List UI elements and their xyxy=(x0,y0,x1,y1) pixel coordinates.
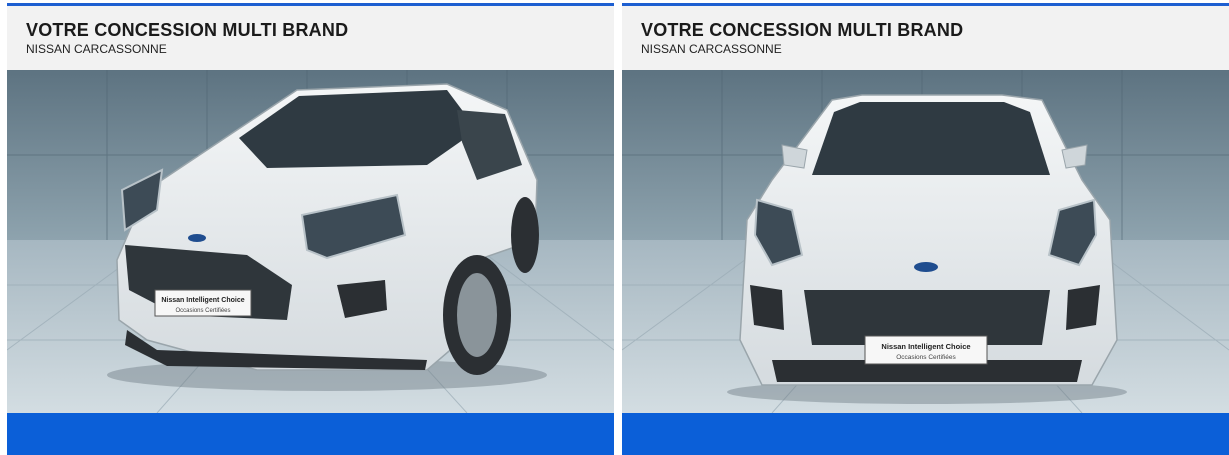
dealer-title: VOTRE CONCESSION MULTI BRAND xyxy=(641,20,964,40)
dealer-plate: Nissan Intelligent Choice Occasions Cert… xyxy=(154,289,252,317)
car-photo-three-quarter[interactable]: Nissan Intelligent Choice Occasions Cert… xyxy=(7,70,614,413)
listing-card-2[interactable]: VOTRE CONCESSION MULTI BRAND NISSAN CARC… xyxy=(622,0,1229,455)
plate-line-2: Occasions Certifiées xyxy=(896,354,956,361)
plate-line-2: Occasions Certifiées xyxy=(175,308,230,314)
dealer-title: VOTRE CONCESSION MULTI BRAND xyxy=(26,20,349,40)
listing-card-1[interactable]: VOTRE CONCESSION MULTI BRAND NISSAN CARC… xyxy=(7,0,614,455)
dealer-location: NISSAN CARCASSONNE xyxy=(26,42,167,56)
car-photo-front[interactable]: Nissan Intelligent Choice Occasions Cert… xyxy=(622,70,1229,413)
card-header: VOTRE CONCESSION MULTI BRAND NISSAN CARC… xyxy=(622,6,1229,70)
plate-line-1: Nissan Intelligent Choice xyxy=(161,297,244,304)
dealer-plate: Nissan Intelligent Choice Occasions Cert… xyxy=(864,335,988,365)
card-header: VOTRE CONCESSION MULTI BRAND NISSAN CARC… xyxy=(7,6,614,70)
plate-line-1: Nissan Intelligent Choice xyxy=(881,342,970,351)
card-footer-bar xyxy=(622,413,1229,455)
card-footer-bar xyxy=(7,413,614,455)
dealer-location: NISSAN CARCASSONNE xyxy=(641,42,782,56)
